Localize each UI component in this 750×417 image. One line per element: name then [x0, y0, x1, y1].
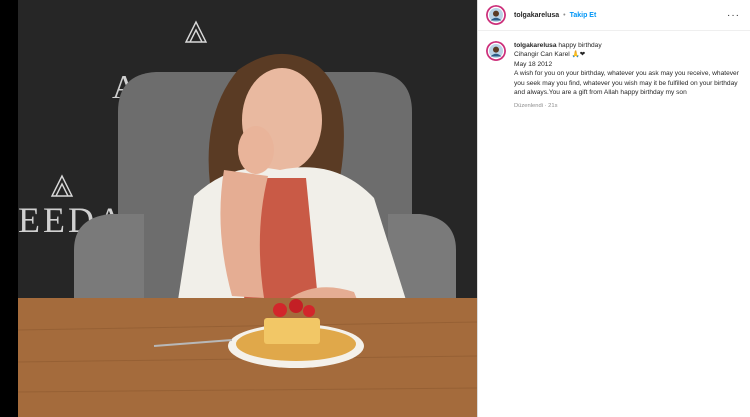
caption-avatar[interactable]: [486, 41, 506, 61]
caption-name-line: Cihangir Can Karel 🙏❤: [514, 51, 586, 59]
follow-button[interactable]: Takip Et: [570, 12, 597, 19]
instagram-post-modal: AEEDAM EEDAM: [0, 0, 750, 417]
post-side-panel: tolgakarelusa • Takip Et ··· tolgakarelu…: [477, 0, 750, 417]
post-header: tolgakarelusa • Takip Et ···: [478, 0, 750, 31]
author-username[interactable]: tolgakarelusa: [514, 12, 559, 19]
separator-dot: •: [563, 11, 566, 19]
caption-meta: Düzenlendi · 21s: [514, 103, 558, 110]
caption-body: tolgakarelusa happy birthday Cihangir Ca…: [514, 41, 742, 112]
caption-title: happy birthday: [558, 42, 602, 49]
caption-date-line: May 18 2012: [514, 60, 553, 68]
author-avatar[interactable]: [486, 5, 506, 25]
caption-message: A wish for you on your birthday, whateve…: [514, 70, 739, 97]
caption-username[interactable]: tolgakarelusa: [514, 42, 557, 49]
photo-illustration: AEEDAM EEDAM: [18, 0, 477, 417]
post-photo[interactable]: AEEDAM EEDAM: [18, 0, 477, 417]
post-time[interactable]: 21s: [548, 103, 557, 109]
post-caption: tolgakarelusa happy birthday Cihangir Ca…: [478, 31, 750, 112]
caption-first-line: tolgakarelusa happy birthday: [514, 41, 742, 50]
more-options-icon[interactable]: ···: [727, 10, 740, 21]
edited-label: Düzenlendi: [514, 103, 544, 110]
